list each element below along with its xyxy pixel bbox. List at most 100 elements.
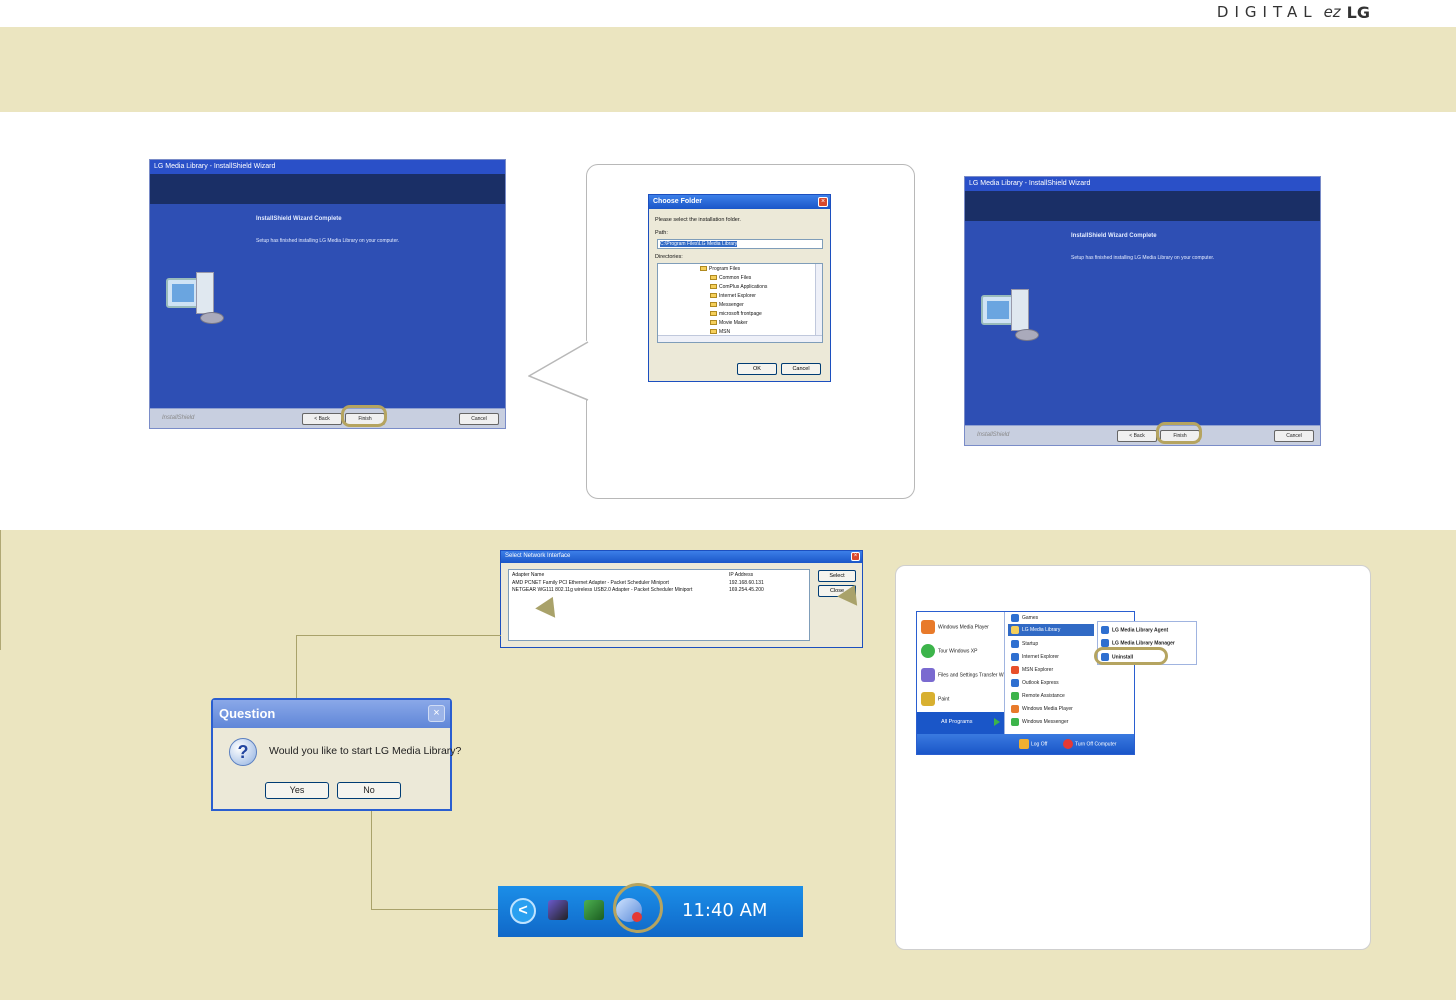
finish-highlight-ring [1156, 422, 1202, 444]
question-title: Question [213, 700, 450, 728]
start-item[interactable]: Paint [921, 692, 949, 706]
brand-lg: LG [1346, 2, 1370, 22]
network-monitor-icon[interactable] [548, 900, 568, 920]
folder-icon [700, 266, 707, 272]
submenu-item-agent[interactable]: LG Media Library Agent [1101, 626, 1168, 634]
submenu-item[interactable]: Internet Explorer [1008, 651, 1094, 663]
folder-icon [710, 284, 717, 290]
start-item[interactable]: Windows Media Player [921, 620, 989, 634]
folder-prompt: Please select the installation folder. [655, 217, 741, 223]
installshield-label: InstallShield [977, 432, 1010, 438]
log-off-icon [1019, 739, 1029, 749]
brand-digital: DIGITAL [1216, 3, 1318, 21]
app-icon [1101, 626, 1109, 634]
transfer-icon [921, 668, 935, 682]
paint-icon [921, 692, 935, 706]
tree-item[interactable]: ComPlus Applications [710, 284, 767, 290]
security-icon[interactable] [584, 900, 604, 920]
log-off-button[interactable]: Log Off [1019, 739, 1047, 749]
question-icon: ? [229, 738, 257, 766]
cancel-button[interactable]: Cancel [1274, 430, 1314, 442]
wizard-header-strip [150, 174, 505, 204]
top-band [0, 27, 1456, 112]
folder-icon [710, 302, 717, 308]
adapter-row-ip: 192.168.60.131 [729, 580, 764, 586]
close-icon[interactable]: × [428, 705, 445, 722]
submenu-item[interactable]: Outlook Express [1008, 677, 1094, 689]
submenu-item[interactable]: Windows Media Player [1008, 703, 1094, 715]
tree-item[interactable]: Messenger [710, 302, 744, 308]
wizard-footer: InstallShield < Back Finish Cancel [150, 408, 505, 428]
wizard-footer: InstallShield < Back Finish Cancel [965, 425, 1320, 445]
tour-icon [921, 644, 935, 658]
tree-item[interactable]: Common Files [710, 275, 751, 281]
media-player-icon [921, 620, 935, 634]
close-icon[interactable]: × [818, 197, 828, 207]
callout-pointer [528, 340, 589, 401]
network-dialog-title: Select Network Interface [501, 551, 862, 563]
chevron-left-icon[interactable]: < [510, 898, 536, 924]
wizard-heading: InstallShield Wizard Complete [256, 216, 342, 222]
adapter-row-name[interactable]: AMD PCNET Family PCI Ethernet Adapter - … [512, 580, 669, 586]
app-icon [1101, 639, 1109, 647]
tree-item[interactable]: Program Files [700, 266, 740, 272]
tree-item[interactable]: Movie Maker [710, 320, 748, 326]
uninstall-highlight-ring [1094, 647, 1168, 665]
folder-icon [710, 275, 717, 281]
submenu-item[interactable]: Games [1008, 612, 1094, 624]
submenu-item[interactable]: MSN Explorer [1008, 664, 1094, 676]
choose-folder-title: Choose Folder [649, 195, 830, 209]
question-dialog: Question × ? Would you like to start LG … [211, 698, 461, 811]
directories-label: Directories: [655, 254, 683, 260]
submenu-item[interactable]: Windows Messenger [1008, 716, 1094, 728]
submenu-item[interactable]: Remote Assistance [1008, 690, 1094, 702]
left-edge-line [0, 530, 1, 650]
start-item[interactable]: Tour Windows XP [921, 644, 977, 658]
path-input[interactable]: C:\Program Files\LG Media Library [657, 239, 823, 249]
folder-icon [710, 320, 717, 326]
tray-clock: 11:40 AM [682, 900, 768, 921]
adapter-row-name[interactable]: NETGEAR WG111 802.11g wireless USB2.0 Ad… [512, 587, 692, 593]
power-icon [1063, 739, 1073, 749]
wizard-header-strip [965, 191, 1320, 221]
col-adapter-header: Adapter Name [512, 572, 545, 578]
vertical-scrollbar[interactable] [815, 264, 822, 336]
finish-highlight-ring [341, 405, 387, 427]
turn-off-button[interactable]: Turn Off Computer [1063, 739, 1116, 749]
wizard-message: Setup has finished installing LG Media L… [1071, 255, 1215, 261]
programs-submenu: Games LG Media Library Startup Internet … [1004, 612, 1096, 740]
submenu-item-lg-media-library[interactable]: LG Media Library [1008, 624, 1094, 636]
close-icon[interactable]: × [851, 552, 860, 561]
yes-button[interactable]: Yes [265, 782, 329, 799]
wizard-title: LG Media Library - InstallShield Wizard [965, 177, 1320, 191]
all-programs-button[interactable]: All Programs [917, 712, 1004, 734]
back-button[interactable]: < Back [302, 413, 342, 425]
back-button[interactable]: < Back [1117, 430, 1157, 442]
installshield-label: InstallShield [162, 415, 195, 421]
cancel-button[interactable]: Cancel [781, 363, 821, 375]
wizard-window-right: LG Media Library - InstallShield Wizard … [964, 176, 1321, 446]
start-item[interactable]: Files and Settings Transfer Wizard [921, 668, 1014, 682]
submenu-item[interactable]: Startup [1008, 638, 1094, 650]
directory-tree[interactable]: Program Files Common Files ComPlus Appli… [657, 263, 823, 343]
tree-item[interactable]: Internet Explorer [710, 293, 756, 299]
tree-item[interactable]: microsoft frontpage [710, 311, 762, 317]
choose-folder-dialog: Choose Folder × Please select the instal… [648, 194, 831, 382]
horizontal-scrollbar[interactable] [658, 335, 822, 342]
submenu-item-manager[interactable]: LG Media Library Manager [1101, 639, 1175, 647]
question-message: Would you like to start LG Media Library… [269, 745, 462, 757]
start-menu-bottom-bar: Log Off Turn Off Computer [917, 734, 1134, 754]
tray-icon-highlight-ring [613, 883, 663, 933]
folder-icon [710, 329, 717, 335]
adapter-row-ip: 169.254.45.200 [729, 587, 764, 593]
brand-logo: DIGITAL ez LG [1217, 0, 1370, 24]
arrow-right-icon [994, 718, 1000, 726]
select-button[interactable]: Select [818, 570, 856, 582]
no-button[interactable]: No [337, 782, 401, 799]
wizard-message: Setup has finished installing LG Media L… [256, 238, 400, 244]
wizard-title: LG Media Library - InstallShield Wizard [150, 160, 505, 174]
cancel-button[interactable]: Cancel [459, 413, 499, 425]
brand-ez: ez [1323, 3, 1341, 21]
connector-line [296, 635, 501, 636]
ok-button[interactable]: OK [737, 363, 777, 375]
